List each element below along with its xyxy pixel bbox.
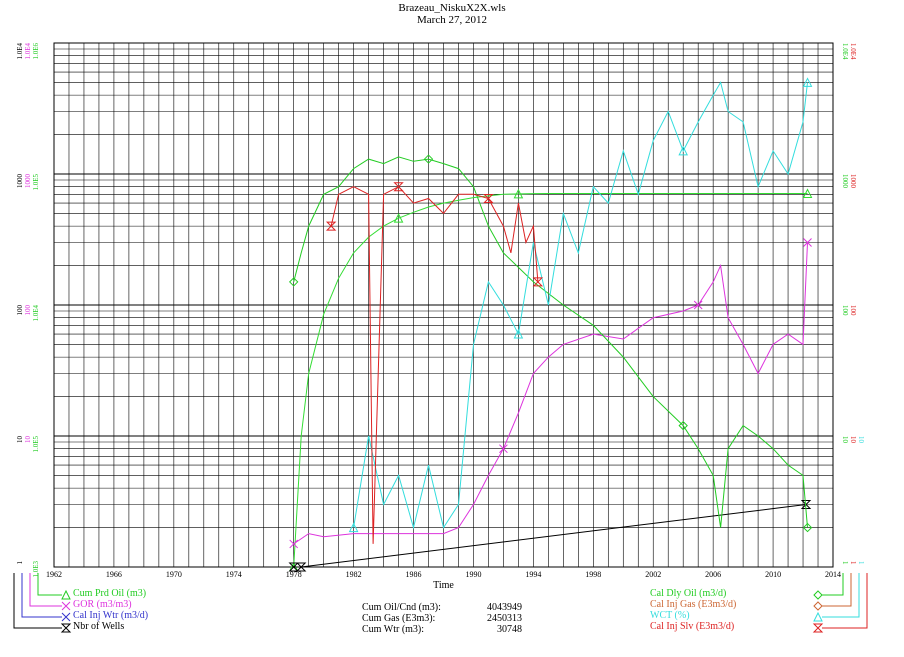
legend-item-label: WCT (%) — [650, 610, 690, 621]
stat-label: Cum Wtr (m3): — [362, 624, 425, 635]
left-axis-label: 1.0E6 — [32, 43, 40, 60]
left-axis-label: 1.0E4 — [32, 305, 40, 322]
stat-label: Cum Oil/Cnd (m3): — [362, 602, 441, 613]
x-tick-label: 1998 — [585, 570, 601, 579]
triangle-icon — [813, 611, 823, 622]
x-tick-label: 1974 — [226, 570, 242, 579]
left-axis-label: 1.0E3 — [32, 561, 40, 578]
left-axis-label: 1.0E5 — [32, 436, 40, 453]
right-axis-label: 1000 — [841, 174, 849, 189]
stat-value: 2450313 — [487, 613, 522, 624]
grid — [53, 42, 834, 568]
left-axis-label: 1000 — [16, 174, 24, 189]
right-axis-label: 100 — [849, 305, 857, 316]
x-tick-label: 2002 — [645, 570, 661, 579]
right-axis-label: 1 — [849, 561, 857, 565]
legend-item-label: Cal Inj Slv (E3m3/d) — [650, 621, 735, 632]
right-axis-label: 1000 — [849, 174, 857, 189]
legend-item-label: Cal Inj Gas (E3m3/d) — [650, 599, 737, 610]
x-tick-label: 1970 — [166, 570, 182, 579]
chart-canvas: 1962 1966 1970 1974 1978 1982 1986 1990 1994 1998… — [13, 42, 868, 633]
x-tick-label: 1966 — [106, 570, 122, 579]
stat-label: Cum Gas (E3m3): — [362, 613, 436, 624]
left-axis-label: 10 — [24, 436, 32, 444]
x-icon — [61, 601, 71, 611]
left-axis-label: 10 — [16, 436, 24, 444]
right-axis-label: 1 — [841, 561, 849, 565]
x-icon — [61, 612, 71, 622]
legend-item-label: GOR (m3/m3) — [73, 599, 132, 610]
stat-value: 4043949 — [487, 602, 522, 613]
right-axis-label: 100 — [841, 305, 849, 316]
legend-item-label: Cal Dly Oil (m3/d) — [650, 588, 727, 599]
legend-item-label: Cal Inj Wtr (m3/d) — [73, 610, 149, 621]
legend-connector — [822, 573, 868, 629]
right-axis-label: 10 — [849, 436, 857, 444]
series-lines — [288, 77, 813, 572]
diamond-icon — [813, 590, 823, 600]
right-axis-label: 1 — [857, 561, 865, 565]
left-axis-label: 100 — [16, 305, 24, 316]
left-axis-label: 1.0E4 — [16, 43, 24, 60]
hourglass-icon — [60, 623, 72, 633]
left-axis-label: 1 — [16, 561, 24, 565]
x-tick-label: 2014 — [825, 570, 841, 579]
x-tick-label: 1982 — [346, 570, 362, 579]
x-axis-label: Time — [433, 580, 454, 591]
axes: 1962 1966 1970 1974 1978 1982 1986 1990 1994 1998… — [16, 43, 865, 591]
hourglass-icon — [812, 623, 824, 633]
triangle-icon — [61, 589, 71, 600]
left-axis-label: 100 — [24, 305, 32, 316]
x-tick-label: 1994 — [525, 570, 541, 579]
left-axis-label: 1.0E4 — [24, 43, 32, 60]
legend-item-label: Nbr of Wells — [73, 621, 125, 632]
right-axis-label: 10 — [857, 436, 865, 444]
x-tick-label: 2006 — [705, 570, 721, 579]
x-tick-label: 2010 — [765, 570, 781, 579]
x-tick-label: 1962 — [46, 570, 62, 579]
right-axis-label: 1.0E4 — [849, 43, 857, 60]
left-axis-label: 1.0E5 — [32, 174, 40, 191]
legend-item-label: Cum Prd Oil (m3) — [73, 588, 147, 599]
series-line-nbr-of-wells — [293, 504, 807, 568]
right-axis-label: 10 — [841, 436, 849, 444]
left-axis-label: 1000 — [24, 174, 32, 189]
stat-value: 30748 — [497, 624, 522, 635]
x-tick-label: 1990 — [465, 570, 481, 579]
diamond-icon — [813, 601, 823, 611]
right-axis-label: 1.0E4 — [841, 43, 849, 60]
x-tick-label: 1986 — [406, 570, 422, 579]
